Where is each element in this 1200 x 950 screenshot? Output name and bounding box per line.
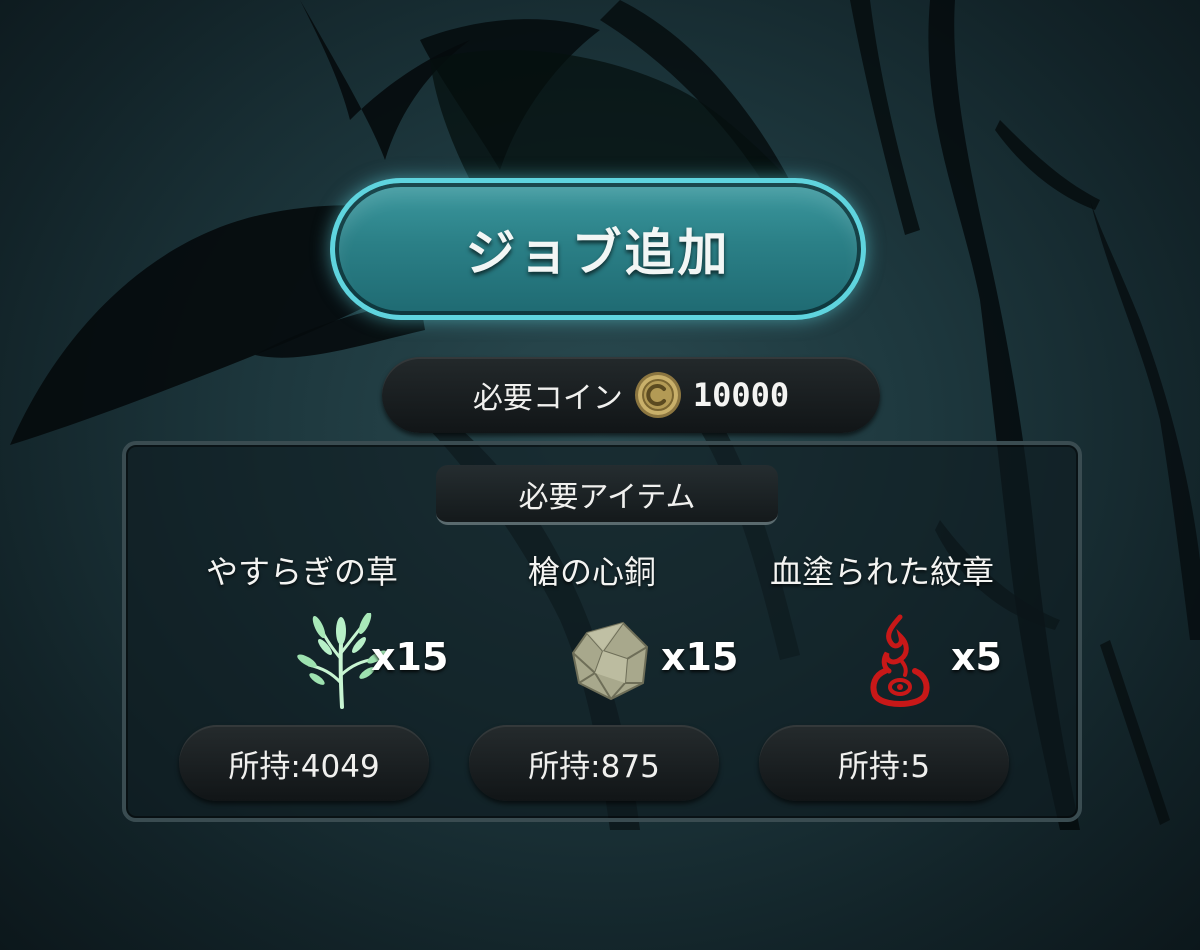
item-quantity: x5 (951, 635, 1002, 679)
required-items-header-label: 必要アイテム (518, 479, 696, 515)
blood-crest-icon (870, 614, 930, 707)
item-name: 血塗られた紋章 (769, 553, 994, 591)
item-owned-count: 所持:875 (469, 725, 719, 801)
item-name: やすらぎの草 (205, 553, 398, 591)
required-item-card: やすらぎの草 x15 所持:4049 (157, 543, 449, 813)
required-items-header: 必要アイテム (436, 465, 778, 525)
item-owned-count: 所持:5 (759, 725, 1009, 801)
job-add-button-label: ジョブ追加 (465, 224, 731, 282)
job-add-screen: ジョブ追加 必要コイン 10000 必要アイテム やすらぎの草 x15 所持:4… (0, 0, 1200, 950)
item-quantity: x15 (371, 635, 449, 679)
job-add-button[interactable]: ジョブ追加 (330, 178, 866, 320)
ore-icon (571, 621, 649, 701)
item-name: 槍の心銅 (527, 553, 656, 591)
item-owned-label: 所持:875 (528, 748, 660, 785)
required-item-card: 槍の心銅 x15 所持:875 (447, 543, 739, 813)
item-owned-label: 所持:4049 (228, 748, 380, 785)
item-owned-count: 所持:4049 (179, 725, 429, 801)
required-items-panel: 必要アイテム やすらぎの草 x15 所持:4049 槍の心銅 x15 所持:87… (122, 441, 1082, 822)
item-owned-label: 所持:5 (837, 748, 931, 785)
required-item-card: 血塗られた紋章 x5 所持:5 (737, 543, 1027, 813)
required-coins-value: 10000 (692, 376, 790, 414)
coin-icon (634, 372, 681, 418)
required-coins-label: 必要コイン (472, 381, 623, 416)
required-coins-display: 必要コイン 10000 (382, 357, 880, 433)
item-quantity: x15 (661, 635, 739, 679)
